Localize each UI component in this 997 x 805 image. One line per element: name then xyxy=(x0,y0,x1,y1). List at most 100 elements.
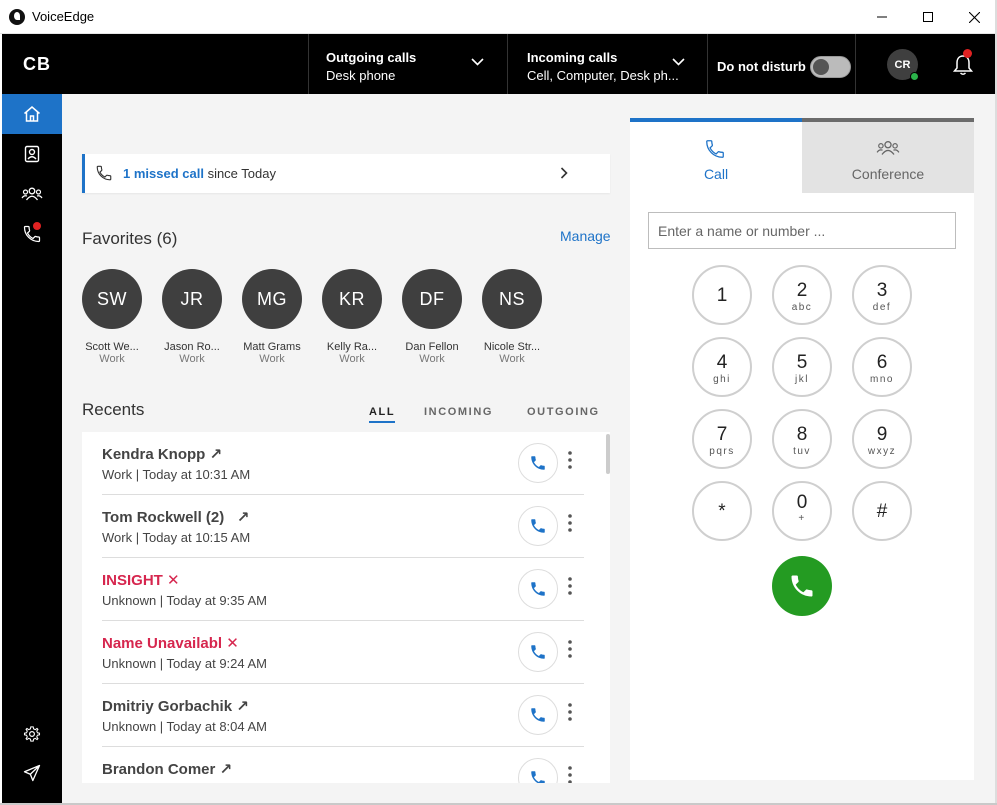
recent-call-row[interactable]: INSIGHT ✕ Unknown | Today at 9:35 AM xyxy=(102,558,584,621)
tab-conference[interactable]: Conference xyxy=(802,118,974,193)
recent-call-row[interactable]: Brandon Comer ↗ xyxy=(102,747,584,783)
dial-key-1[interactable]: 1 xyxy=(692,265,752,325)
recent-call-row[interactable]: Tom Rockwell (2) ↗ Work | Today at 10:15… xyxy=(102,495,584,558)
favorite-type: Work xyxy=(99,353,125,365)
outgoing-calls-dropdown[interactable]: Outgoing calls Desk phone xyxy=(308,34,507,94)
dial-key-4[interactable]: 4 ghi xyxy=(692,337,752,397)
dial-key-0[interactable]: 0 + xyxy=(772,481,832,541)
missed-calls-banner[interactable]: 1 missed call since Today xyxy=(82,154,610,193)
outgoing-call-icon: ↗ xyxy=(236,509,250,526)
call-back-button[interactable] xyxy=(518,569,558,609)
nav-feedback[interactable] xyxy=(2,753,62,793)
recent-call-name: Brandon Comer ↗ xyxy=(102,761,233,778)
manage-favorites-link[interactable]: Manage xyxy=(560,228,611,244)
outgoing-call-icon: ↗ xyxy=(236,698,249,715)
minimize-button[interactable] xyxy=(859,0,905,34)
notification-badge xyxy=(963,49,972,58)
chevron-down-icon xyxy=(471,58,484,66)
dial-key-8[interactable]: 8 tuv xyxy=(772,409,832,469)
dial-key-star[interactable]: * xyxy=(692,481,752,541)
dial-number-input[interactable] xyxy=(648,212,956,249)
favorite-type: Work xyxy=(339,353,365,365)
dial-key-2[interactable]: 2 abc xyxy=(772,265,832,325)
user-avatar[interactable]: CR xyxy=(887,49,919,81)
phone-icon xyxy=(531,519,545,533)
favorite-avatar: JR xyxy=(162,269,222,329)
favorites-title: Favorites (6) xyxy=(82,229,178,248)
call-back-button[interactable] xyxy=(518,758,558,783)
tab-conference-label: Conference xyxy=(851,166,925,182)
call-back-button[interactable] xyxy=(518,443,558,483)
dial-key-6[interactable]: 6 mno xyxy=(852,337,912,397)
favorite-contact[interactable]: SW Scott We... Work xyxy=(74,269,150,365)
incoming-calls-dropdown[interactable]: Incoming calls Cell, Computer, Desk ph..… xyxy=(507,34,707,94)
recent-call-row[interactable]: Name Unavailabl ✕ Unknown | Today at 9:2… xyxy=(102,621,584,684)
tab-all[interactable]: ALL xyxy=(369,406,396,423)
recents-scrollbar[interactable] xyxy=(606,434,610,474)
maximize-button[interactable] xyxy=(905,0,951,34)
dial-key-5[interactable]: 5 jkl xyxy=(772,337,832,397)
favorite-name: Matt Grams xyxy=(243,341,301,353)
missed-calls-since: since Today xyxy=(203,166,276,181)
minimize-icon xyxy=(877,16,887,18)
more-vertical-icon[interactable] xyxy=(568,766,572,783)
phone-icon xyxy=(706,140,724,158)
recent-call-name: Name Unavailabl ✕ xyxy=(102,635,239,652)
tab-incoming[interactable]: INCOMING xyxy=(424,406,493,418)
dial-key-hash[interactable]: # xyxy=(852,481,912,541)
home-icon xyxy=(24,106,40,122)
presence-status-dot xyxy=(910,72,919,81)
main-content: 1 missed call since Today Favorites (6) … xyxy=(62,94,995,804)
outgoing-call-icon: ↗ xyxy=(209,446,223,463)
nav-home[interactable] xyxy=(2,94,62,134)
missed-calls-text: 1 missed call since Today xyxy=(123,166,276,181)
favorite-contact[interactable]: MG Matt Grams Work xyxy=(234,269,310,365)
notifications-bell-icon[interactable] xyxy=(951,53,975,77)
favorite-contact[interactable]: NS Nicole Str... Work xyxy=(474,269,550,365)
missed-calls-link[interactable]: 1 missed call xyxy=(123,166,204,181)
favorite-name: Kelly Ra... xyxy=(326,341,378,353)
recent-call-meta: Unknown | Today at 8:04 AM xyxy=(102,719,268,734)
outgoing-calls-label: Outgoing calls xyxy=(326,50,417,65)
close-window-button[interactable] xyxy=(951,0,997,34)
missed-call-icon: ✕ xyxy=(226,635,239,652)
more-vertical-icon[interactable] xyxy=(568,451,572,469)
call-back-button[interactable] xyxy=(518,695,558,735)
nav-groups[interactable] xyxy=(2,174,62,214)
favorite-contact[interactable]: KR Kelly Ra... Work xyxy=(314,269,390,365)
favorite-contact[interactable]: JR Jason Ro... Work xyxy=(154,269,230,365)
favorite-type: Work xyxy=(179,353,205,365)
favorite-avatar: SW xyxy=(82,269,142,329)
dial-key-7[interactable]: 7 pqrs xyxy=(692,409,752,469)
recent-call-meta: Work | Today at 10:31 AM xyxy=(102,467,251,482)
call-back-button[interactable] xyxy=(518,632,558,672)
nav-calls[interactable] xyxy=(2,214,62,254)
more-vertical-icon[interactable] xyxy=(568,703,572,721)
gear-icon xyxy=(23,726,41,742)
nav-settings[interactable] xyxy=(2,714,62,754)
dnd-label: Do not disturb xyxy=(717,59,806,74)
recent-call-row[interactable]: Kendra Knopp ↗ Work | Today at 10:31 AM xyxy=(102,432,584,495)
outgoing-calls-value: Desk phone xyxy=(326,68,396,83)
more-vertical-icon[interactable] xyxy=(568,514,572,532)
phone-icon xyxy=(531,456,545,470)
dial-call-button[interactable] xyxy=(772,556,832,616)
favorite-contact[interactable]: DF Dan Fellon Work xyxy=(394,269,470,365)
more-vertical-icon[interactable] xyxy=(568,577,572,595)
dial-key-3[interactable]: 3 def xyxy=(852,265,912,325)
tab-outgoing[interactable]: OUTGOING xyxy=(527,406,600,418)
left-nav xyxy=(2,94,62,804)
favorite-name: Nicole Str... xyxy=(483,341,541,353)
more-vertical-icon[interactable] xyxy=(568,640,572,658)
dial-key-9[interactable]: 9 wxyz xyxy=(852,409,912,469)
recents-list: Kendra Knopp ↗ Work | Today at 10:31 AM … xyxy=(82,432,610,783)
recent-call-meta: Work | Today at 10:15 AM xyxy=(102,530,251,545)
incoming-calls-value: Cell, Computer, Desk ph... xyxy=(527,68,679,83)
tab-call[interactable]: Call xyxy=(630,118,802,193)
call-back-button[interactable] xyxy=(518,506,558,546)
phone-icon xyxy=(531,582,545,596)
nav-contacts[interactable] xyxy=(2,134,62,174)
recents-title: Recents xyxy=(82,400,145,419)
dnd-toggle[interactable] xyxy=(810,56,851,78)
recent-call-row[interactable]: Dmitriy Gorbachik ↗ Unknown | Today at 8… xyxy=(102,684,584,747)
